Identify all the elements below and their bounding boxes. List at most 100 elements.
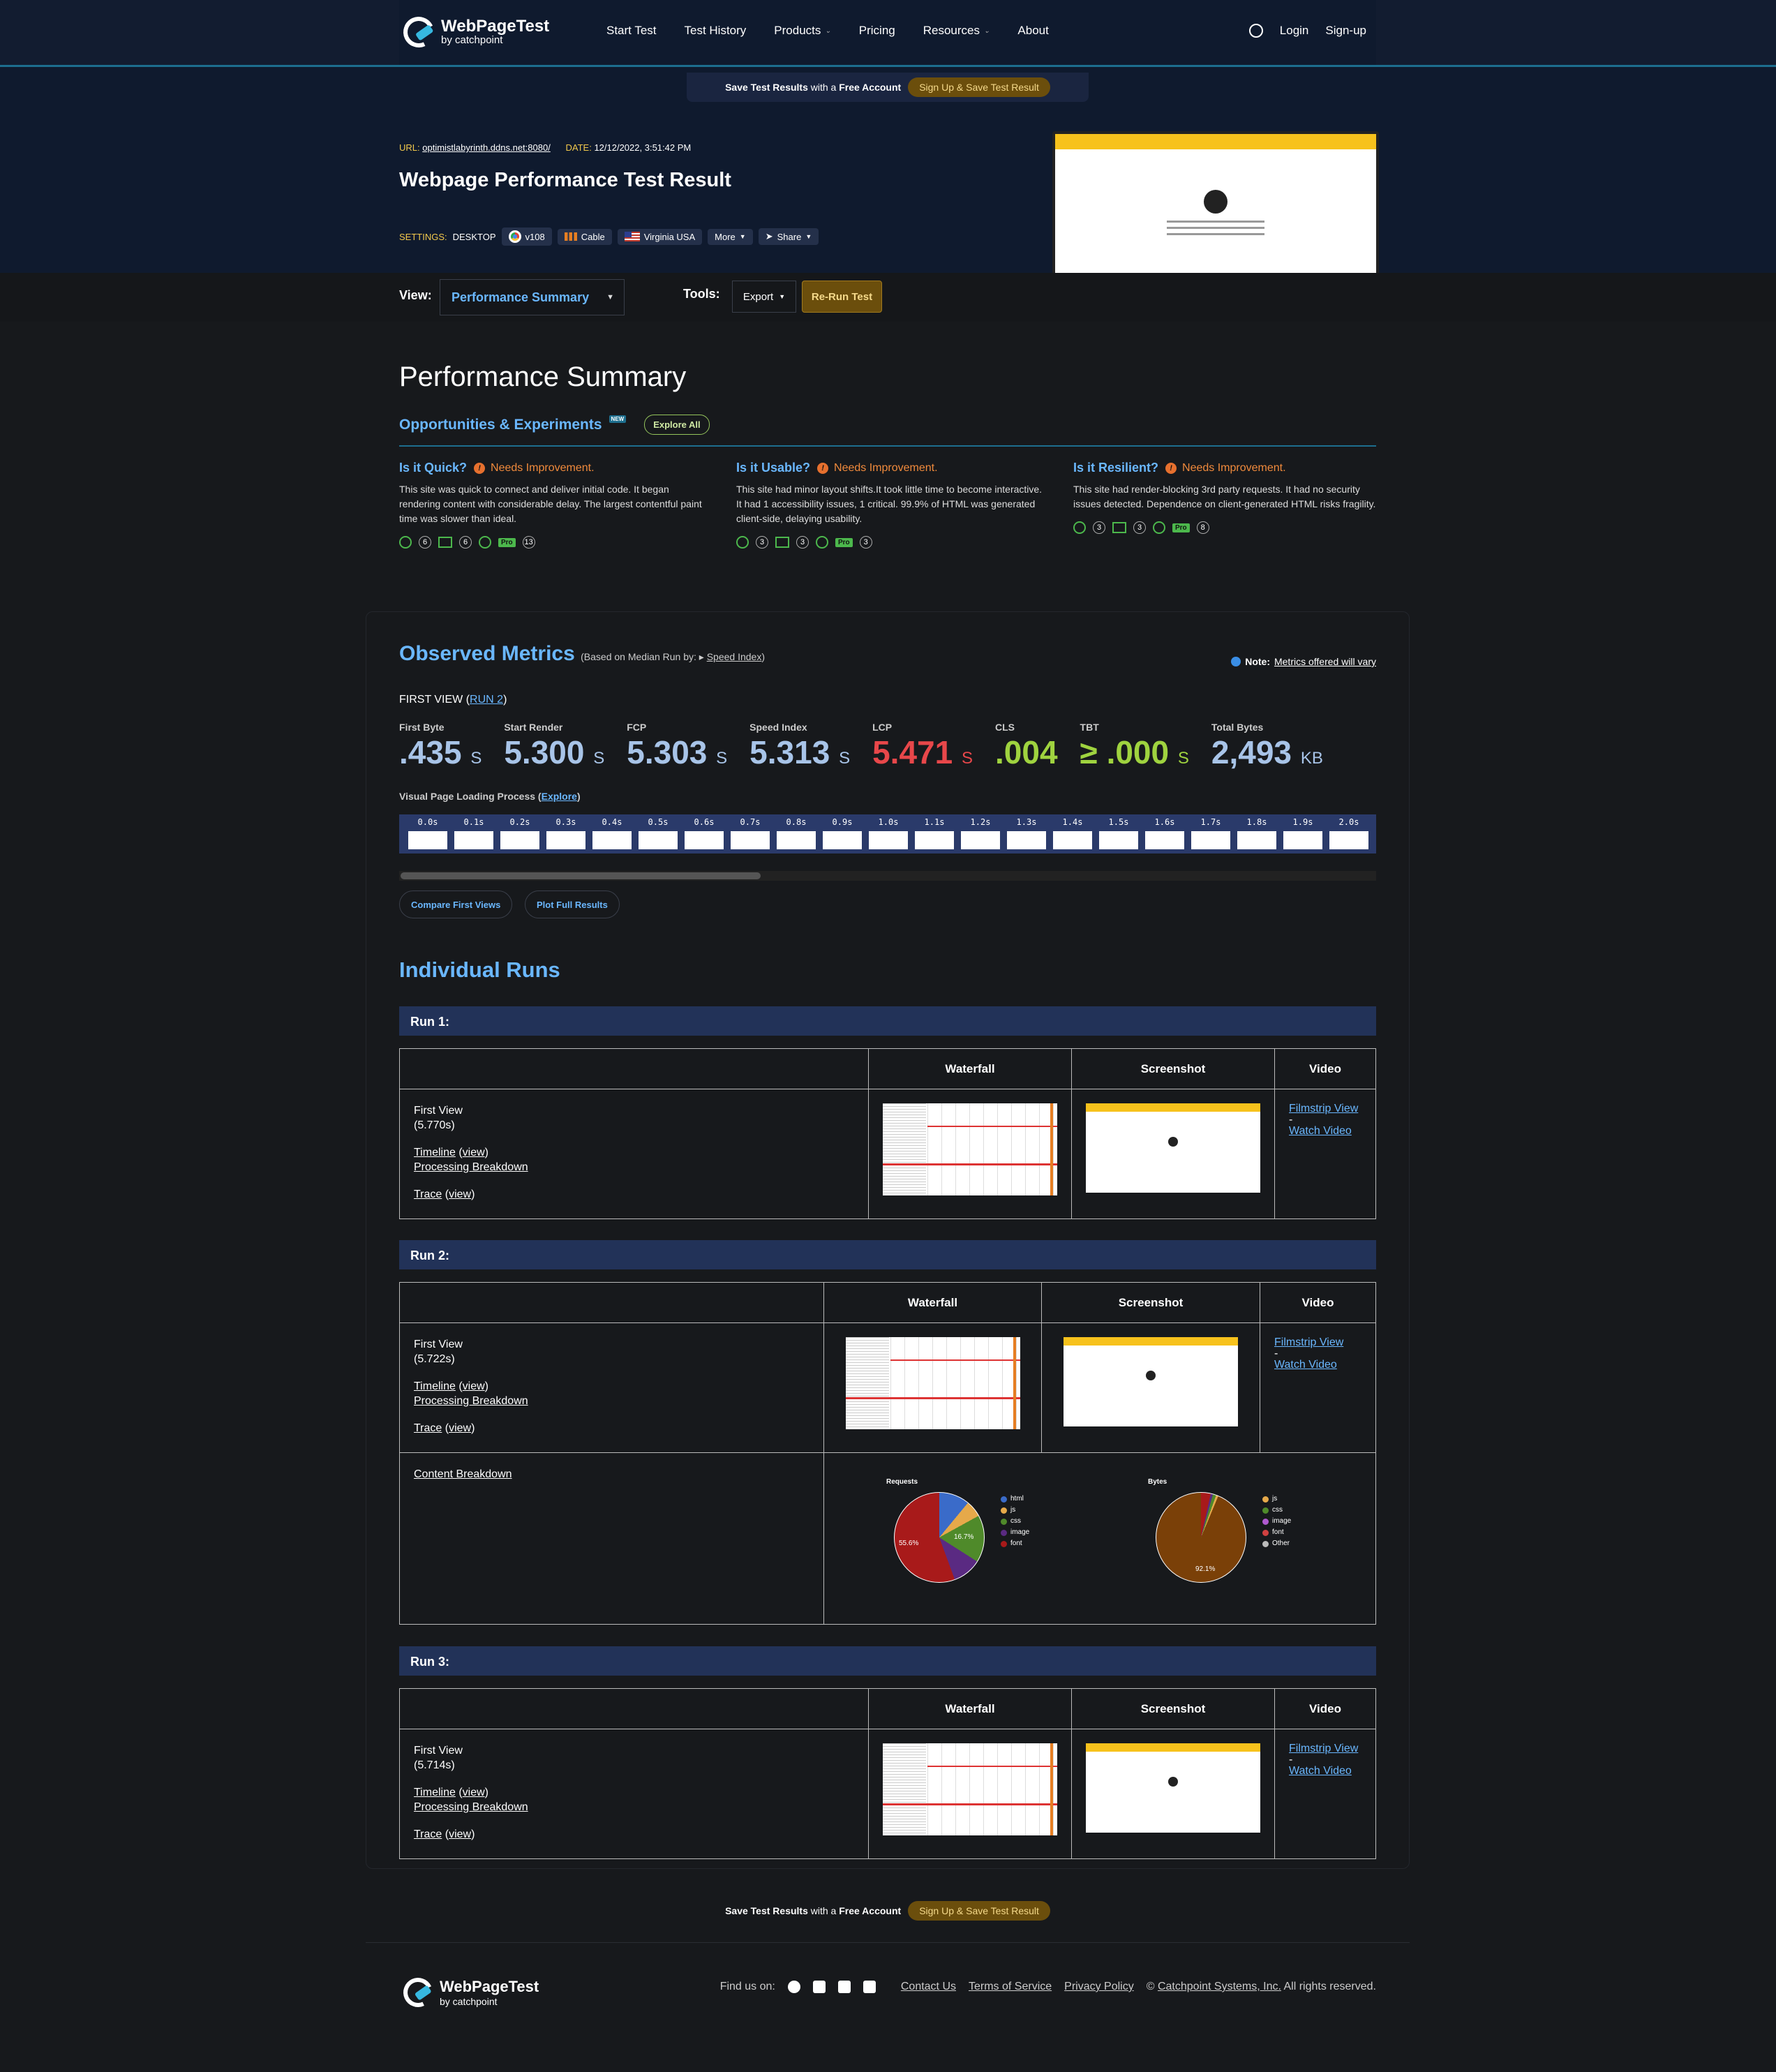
- metric-label[interactable]: TBT: [1080, 722, 1189, 733]
- timeline-view-link[interactable]: view: [463, 1787, 485, 1798]
- filmstrip-frame[interactable]: 1.8s: [1234, 814, 1280, 854]
- filmstrip-frame[interactable]: 1.5s: [1096, 814, 1142, 854]
- quick-heading[interactable]: Is it Quick?! Needs Improvement.: [399, 461, 706, 475]
- share-button[interactable]: ➤ Share ▼: [758, 228, 819, 245]
- opportunity-badges[interactable]: 3 3 Pro 3: [736, 536, 1043, 549]
- contact-us-link[interactable]: Contact Us: [901, 1981, 956, 1993]
- filmstrip-frame[interactable]: 0.5s: [635, 814, 681, 854]
- timeline-view-link[interactable]: view: [463, 1380, 485, 1392]
- signup-link[interactable]: Sign-up: [1325, 24, 1366, 38]
- filmstrip-frame[interactable]: 0.8s: [773, 814, 819, 854]
- login-link[interactable]: Login: [1280, 24, 1309, 38]
- explore-all-button[interactable]: Explore All: [644, 415, 710, 435]
- filmstrip-frame[interactable]: 1.4s: [1050, 814, 1096, 854]
- processing-breakdown-link[interactable]: Processing Breakdown: [414, 1160, 854, 1175]
- screenshot-thumbnail[interactable]: [1086, 1743, 1260, 1833]
- tested-url-link[interactable]: optimistlabyrinth.ddns.net:8080/: [422, 142, 551, 153]
- filmstrip-frame[interactable]: 1.2s: [957, 814, 1003, 854]
- note-text[interactable]: Metrics offered will vary: [1274, 656, 1376, 667]
- processing-breakdown-link[interactable]: Processing Breakdown: [414, 1800, 854, 1814]
- youtube-icon[interactable]: [837, 1981, 851, 1993]
- metric-label[interactable]: FCP: [627, 722, 727, 733]
- trace-link[interactable]: Trace: [414, 1422, 442, 1434]
- screenshot-thumbnail[interactable]: [1064, 1337, 1238, 1426]
- filmstrip-frame[interactable]: 1.1s: [911, 814, 957, 854]
- export-button[interactable]: Export ▼: [732, 281, 796, 313]
- scroll-thumb[interactable]: [401, 872, 761, 879]
- watch-video-link[interactable]: Watch Video: [1289, 1126, 1361, 1137]
- resilient-heading[interactable]: Is it Resilient?! Needs Improvement.: [1073, 461, 1380, 475]
- filmstrip-frame[interactable]: 0.7s: [727, 814, 773, 854]
- metric-label[interactable]: LCP: [872, 722, 973, 733]
- filmstrip[interactable]: 0.0s 0.1s 0.2s 0.3s 0.4s 0.5s 0.6s 0.7s 0.8s 0.9s…: [399, 814, 1376, 854]
- median-metric-link[interactable]: Speed Index: [707, 651, 762, 662]
- more-button[interactable]: More ▼: [708, 228, 753, 245]
- signup-save-button[interactable]: Sign Up & Save Test Result: [908, 1901, 1050, 1921]
- trace-view-link[interactable]: view: [449, 1188, 471, 1200]
- company-link[interactable]: Catchpoint Systems, Inc.: [1158, 1981, 1281, 1992]
- filmstrip-frame[interactable]: 1.3s: [1003, 814, 1050, 854]
- view-select[interactable]: Performance Summary ▼: [440, 279, 625, 315]
- filmstrip-frame[interactable]: 2.0s: [1326, 814, 1372, 854]
- timeline-link[interactable]: Timeline: [414, 1380, 456, 1392]
- github-icon[interactable]: [787, 1981, 800, 1993]
- privacy-link[interactable]: Privacy Policy: [1064, 1981, 1134, 1993]
- opportunity-badges[interactable]: 6 6 Pro 13: [399, 536, 706, 549]
- filmstrip-frame[interactable]: 1.6s: [1142, 814, 1188, 854]
- trace-link[interactable]: Trace: [414, 1828, 442, 1840]
- timeline-link[interactable]: Timeline: [414, 1787, 456, 1798]
- metric-label[interactable]: Total Bytes: [1211, 722, 1323, 733]
- filmstrip-frame[interactable]: 0.1s: [451, 814, 497, 854]
- watch-video-link[interactable]: Watch Video: [1274, 1359, 1361, 1371]
- terms-link[interactable]: Terms of Service: [969, 1981, 1052, 1993]
- trace-view-link[interactable]: view: [449, 1828, 471, 1840]
- filmstrip-frame[interactable]: 0.3s: [543, 814, 589, 854]
- filmstrip-view-link[interactable]: Filmstrip View: [1289, 1103, 1361, 1115]
- filmstrip-frame[interactable]: 0.6s: [681, 814, 727, 854]
- screenshot-thumbnail[interactable]: [1086, 1103, 1260, 1193]
- watch-video-link[interactable]: Watch Video: [1289, 1766, 1361, 1777]
- compare-first-views-button[interactable]: Compare First Views: [399, 890, 513, 918]
- nav-start-test[interactable]: Start Test: [606, 24, 657, 38]
- trace-link[interactable]: Trace: [414, 1188, 442, 1200]
- timeline-link[interactable]: Timeline: [414, 1147, 456, 1158]
- save-mid: with a: [810, 1905, 837, 1916]
- rerun-test-button[interactable]: Re-Run Test: [802, 281, 882, 313]
- nav-products[interactable]: Products ⌄: [774, 24, 830, 38]
- filmstrip-frame[interactable]: 1.7s: [1188, 814, 1234, 854]
- filmstrip-frame[interactable]: 0.9s: [819, 814, 865, 854]
- usable-heading[interactable]: Is it Usable?! Needs Improvement.: [736, 461, 1043, 475]
- processing-breakdown-link[interactable]: Processing Breakdown: [414, 1394, 809, 1408]
- filmstrip-view-link[interactable]: Filmstrip View: [1289, 1743, 1361, 1754]
- signup-save-button[interactable]: Sign Up & Save Test Result: [908, 77, 1050, 97]
- nav-pricing[interactable]: Pricing: [859, 24, 895, 38]
- footer-logo[interactable]: WebPageTest by catchpoint: [399, 1974, 539, 2011]
- content-breakdown-link[interactable]: Content Breakdown: [414, 1467, 809, 1482]
- filmstrip-frame[interactable]: 0.2s: [497, 814, 543, 854]
- run-2-link[interactable]: RUN 2: [470, 694, 503, 706]
- nav-resources[interactable]: Resources ⌄: [923, 24, 990, 38]
- opportunity-badges[interactable]: 3 3 Pro 8: [1073, 521, 1380, 534]
- filmstrip-scrollbar[interactable]: [399, 871, 1376, 881]
- timeline-view-link[interactable]: view: [463, 1147, 485, 1158]
- waterfall-thumbnail[interactable]: [883, 1103, 1057, 1195]
- trace-view-link[interactable]: view: [449, 1422, 471, 1434]
- logo[interactable]: WebPageTest by catchpoint: [398, 12, 549, 52]
- metric-label[interactable]: Start Render: [504, 722, 604, 733]
- metric-label[interactable]: Speed Index: [749, 722, 850, 733]
- explore-link[interactable]: Explore: [542, 791, 577, 802]
- filmstrip-frame[interactable]: 0.0s: [405, 814, 451, 854]
- filmstrip-frame[interactable]: 1.9s: [1280, 814, 1326, 854]
- waterfall-thumbnail[interactable]: [845, 1337, 1020, 1429]
- twitter-icon[interactable]: [812, 1981, 826, 1993]
- waterfall-thumbnail[interactable]: [883, 1743, 1057, 1835]
- linkedin-icon[interactable]: [863, 1981, 876, 1993]
- filmstrip-view-link[interactable]: Filmstrip View: [1274, 1337, 1361, 1348]
- nav-about[interactable]: About: [1017, 24, 1048, 38]
- metric-label[interactable]: First Byte: [399, 722, 482, 733]
- filmstrip-frame[interactable]: 1.0s: [865, 814, 911, 854]
- nav-test-history[interactable]: Test History: [685, 24, 747, 38]
- plot-full-results-button[interactable]: Plot Full Results: [525, 890, 620, 918]
- metric-label[interactable]: CLS: [995, 722, 1058, 733]
- filmstrip-frame[interactable]: 0.4s: [589, 814, 635, 854]
